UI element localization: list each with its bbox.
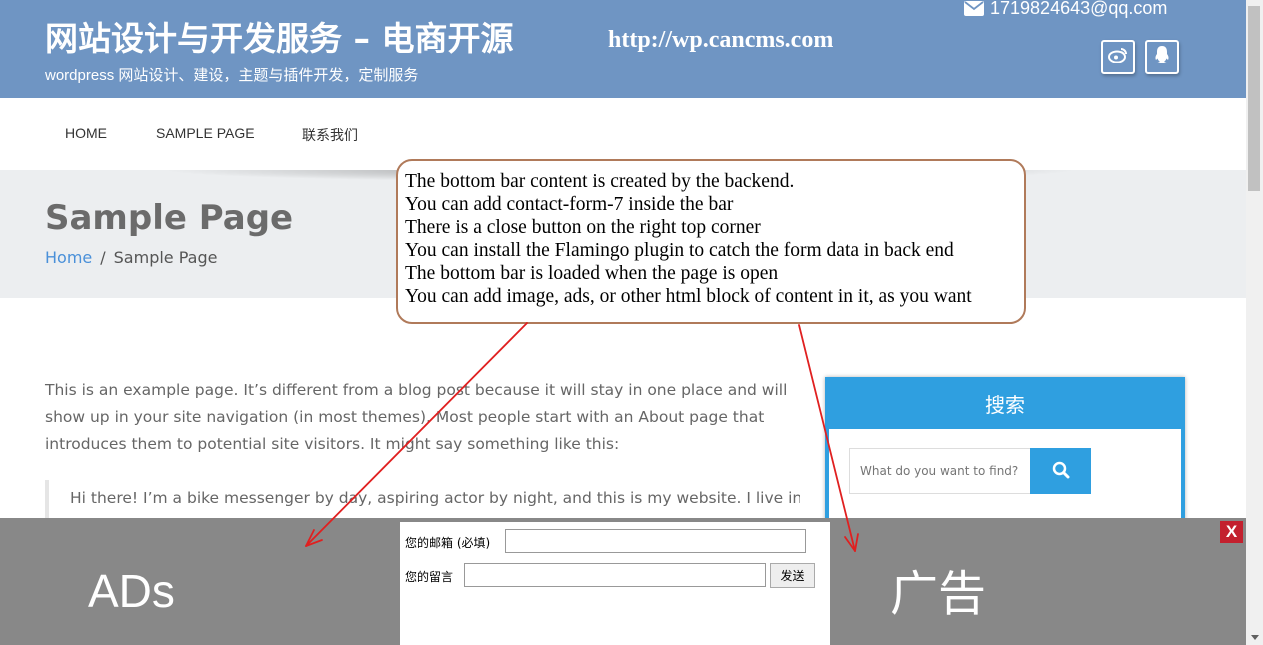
site-tagline: wordpress 网站设计、建设，主题与插件开发，定制服务: [45, 67, 419, 84]
scrollbar[interactable]: [1246, 0, 1263, 645]
qq-button[interactable]: [1145, 40, 1179, 74]
site-title[interactable]: 网站设计与开发服务 – 电商开源: [45, 12, 513, 60]
scroll-down-arrow[interactable]: [1246, 630, 1263, 645]
breadcrumb-current: Sample Page: [113, 248, 218, 267]
callout-line: You can add contact-form-7 inside the ba…: [405, 194, 734, 215]
search-button[interactable]: [1030, 448, 1091, 494]
nav-item-sample-page[interactable]: SAMPLE PAGE: [156, 125, 255, 141]
site-url[interactable]: http://wp.cancms.com: [608, 27, 833, 54]
email-address: 1719824643@qq.com: [990, 0, 1168, 18]
email-contact[interactable]: 1719824643@qq.com: [964, 0, 1167, 19]
weibo-icon: [1108, 47, 1128, 67]
breadcrumb-home-link[interactable]: Home: [45, 248, 92, 267]
bottom-bar: ADs 广告 X 您的邮箱 (必填) 您的留言 发送: [0, 518, 1246, 645]
envelope-icon: [964, 1, 984, 16]
nav-item-contact[interactable]: 联系我们: [302, 125, 358, 145]
contact-form: 您的邮箱 (必填) 您的留言 发送: [400, 522, 830, 645]
scrollbar-thumb[interactable]: [1248, 6, 1260, 191]
callout-line: You can add image, ads, or other html bl…: [405, 286, 972, 307]
search-input[interactable]: [849, 448, 1031, 494]
page-title: Sample Page: [45, 198, 294, 238]
nav-item-home[interactable]: HOME: [65, 125, 107, 141]
callout-line: The bottom bar content is created by the…: [405, 171, 795, 192]
widget-title: 搜索: [985, 393, 1025, 417]
breadcrumb-separator: /: [100, 248, 106, 267]
breadcrumb: Home / Sample Page: [45, 248, 217, 267]
email-field[interactable]: [505, 529, 806, 553]
ads-right-text: 广告: [890, 566, 987, 622]
callout-line: The bottom bar is loaded when the page i…: [405, 263, 779, 284]
widget-body: [829, 429, 1181, 522]
message-label: 您的留言: [405, 570, 454, 584]
content-blockquote: Hi there! I’m a bike messenger by day, a…: [45, 480, 800, 520]
site-header: 网站设计与开发服务 – 电商开源 http://wp.cancms.com wo…: [0, 0, 1246, 98]
message-field[interactable]: [464, 563, 766, 587]
annotation-callout: The bottom bar content is created by the…: [396, 159, 1026, 324]
content-paragraph: This is an example page. It’s different …: [45, 381, 788, 453]
ads-left-text: ADs: [88, 565, 175, 617]
callout-line: There is a close button on the right top…: [405, 217, 761, 238]
send-button[interactable]: 发送: [770, 563, 815, 588]
email-label: 您的邮箱 (必填): [405, 536, 491, 550]
search-widget: 搜索: [825, 377, 1185, 522]
qq-icon: [1154, 45, 1170, 69]
callout-line: You can install the Flamingo plugin to c…: [405, 240, 954, 261]
search-icon: [1052, 461, 1070, 482]
weibo-button[interactable]: [1101, 40, 1135, 74]
close-button[interactable]: X: [1220, 521, 1243, 543]
